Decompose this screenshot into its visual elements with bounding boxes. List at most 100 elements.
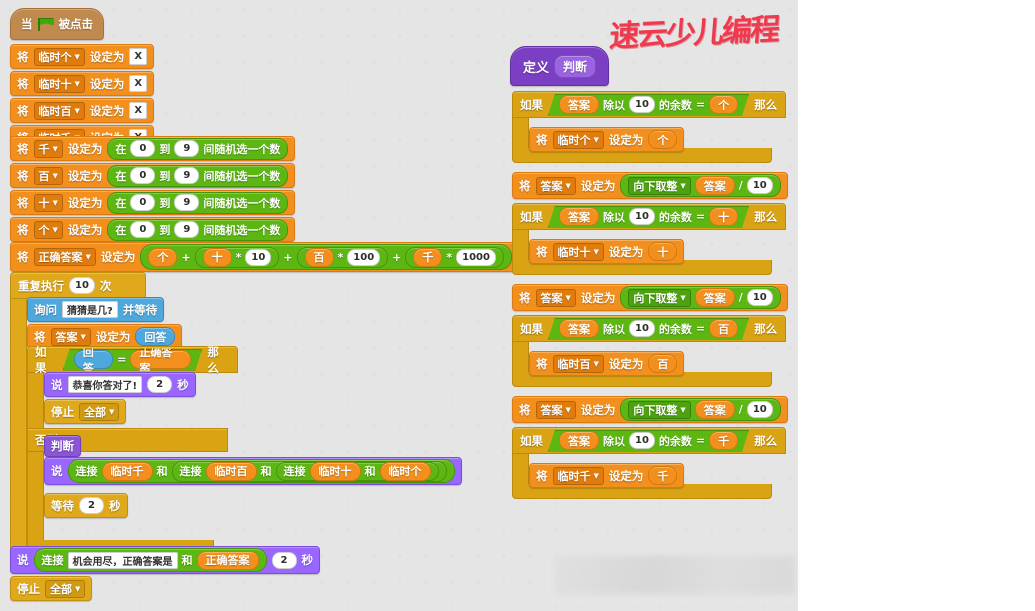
answer-variable-reporter[interactable]: 答案 xyxy=(559,319,599,338)
variable-dropdown[interactable]: 临时十 ▼ xyxy=(33,74,85,93)
wait-seconds-input[interactable]: 2 xyxy=(79,497,104,514)
correct-answer-reporter[interactable]: 正确答案 xyxy=(130,350,191,369)
equals-condition[interactable]: 回答 = 正确答案 xyxy=(63,349,203,371)
math-function-dropdown[interactable]: 向下取整 ▼ xyxy=(628,288,691,307)
mod-divisor-input[interactable]: 10 xyxy=(629,96,655,113)
mod-divisor-input[interactable]: 10 xyxy=(629,432,655,449)
digit-variable-reporter[interactable]: 十 xyxy=(709,207,738,226)
temp-ones-reporter[interactable]: 临时个 xyxy=(379,461,431,481)
multiply-tens[interactable]: 十 * 10 xyxy=(194,246,280,268)
stop-all-block-final[interactable]: 停止 全部 ▼ xyxy=(10,576,93,601)
set-answer-floor-block-3[interactable]: 将 答案 ▼ 设定为 向下取整 ▼ 答案 / 10 xyxy=(512,396,788,423)
divisor-input[interactable]: 10 xyxy=(746,401,773,418)
value-input[interactable]: X xyxy=(129,75,148,92)
random-min-input[interactable]: 0 xyxy=(130,167,156,184)
mod-equals-condition[interactable]: 答案 除以 10 的余数 = 百 xyxy=(548,318,749,340)
digit-variable-reporter[interactable]: 个 xyxy=(648,130,678,149)
hat-when-flag-clicked[interactable]: 当 被点击 xyxy=(10,8,104,40)
multiply-thousands[interactable]: 千 * 1000 xyxy=(405,246,504,268)
variable-dropdown[interactable]: 临时十 ▼ xyxy=(552,242,604,261)
pick-random-reporter[interactable]: 在 0 到 9 间随机选一个数 xyxy=(107,218,289,241)
random-max-input[interactable]: 9 xyxy=(174,194,200,211)
mod-divisor-input[interactable]: 10 xyxy=(629,208,655,225)
set-random-thousands[interactable]: 将 千 ▼ 设定为 在 0 到 9 间随机选一个数 xyxy=(10,136,296,161)
random-min-input[interactable]: 0 xyxy=(130,221,156,238)
say-text-input[interactable]: 恭喜你答对了! xyxy=(67,376,143,393)
set-temp-tens-block[interactable]: 将 临时十 ▼ 设定为 十 xyxy=(529,239,685,264)
variable-dropdown[interactable]: 临时个 ▼ xyxy=(552,130,604,149)
answer-variable-reporter[interactable]: 答案 xyxy=(694,400,735,419)
answer-variable-reporter[interactable]: 答案 xyxy=(694,176,735,195)
join-inner[interactable]: 连接 临时十 和 临时个 xyxy=(275,461,439,481)
wait-block[interactable]: 等待 2 秒 xyxy=(44,493,128,518)
digit-variable-reporter[interactable]: 千 xyxy=(709,431,738,450)
variable-dropdown[interactable]: 十 ▼ xyxy=(33,193,63,212)
variable-reporter-ones[interactable]: 个 xyxy=(148,247,178,267)
repeat-count-input[interactable]: 10 xyxy=(69,277,95,294)
say-correct-block[interactable]: 说 恭喜你答对了! 2 秒 xyxy=(44,372,196,397)
if-header[interactable]: 如果 答案 除以 10 的余数 = 个 那么 xyxy=(512,91,786,118)
math-function-dropdown[interactable]: 向下取整 ▼ xyxy=(628,176,691,195)
set-random-ones[interactable]: 将 个 ▼ 设定为 在 0 到 9 间随机选一个数 xyxy=(10,217,296,242)
mod-divisor-input[interactable]: 10 xyxy=(629,320,655,337)
if-header[interactable]: 如果 答案 除以 10 的余数 = 十 那么 xyxy=(512,203,786,230)
mod-equals-condition[interactable]: 答案 除以 10 的余数 = 个 xyxy=(548,94,749,116)
answer-reporter[interactable]: 回答 xyxy=(135,327,176,346)
variable-dropdown[interactable]: 临时百 ▼ xyxy=(33,101,85,120)
say-final-block[interactable]: 说 连接 机会用尽，正确答案是 和 正确答案 2 秒 xyxy=(10,546,320,574)
say-seconds-input[interactable]: 2 xyxy=(147,376,173,393)
digit-variable-reporter[interactable]: 千 xyxy=(648,466,678,485)
if-header[interactable]: 如果 回答 = 正确答案 那么 xyxy=(27,345,238,375)
value-input[interactable]: X xyxy=(129,102,148,119)
set-temp-ones-block[interactable]: 将 临时个 ▼ 设定为 个 xyxy=(529,127,685,152)
variable-dropdown[interactable]: 临时百 ▼ xyxy=(552,354,604,373)
repeat-header[interactable]: 重复执行 10 次 xyxy=(10,272,146,299)
divisor-input[interactable]: 10 xyxy=(746,289,773,306)
stop-option-dropdown[interactable]: 全部 ▼ xyxy=(79,402,120,421)
set-answer-floor-block-2[interactable]: 将 答案 ▼ 设定为 向下取整 ▼ 答案 / 10 xyxy=(512,284,788,311)
join-final[interactable]: 连接 机会用尽，正确答案是 和 正确答案 xyxy=(33,548,267,572)
multiply-hundreds[interactable]: 百 * 100 xyxy=(296,246,389,268)
multiplier-input[interactable]: 100 xyxy=(347,248,381,266)
digit-variable-reporter[interactable]: 百 xyxy=(709,319,738,338)
stop-all-block-inner[interactable]: 停止 全部 ▼ xyxy=(44,399,127,424)
set-answer-floor-block-1[interactable]: 将 答案 ▼ 设定为 向下取整 ▼ 答案 / 10 xyxy=(512,172,788,199)
set-block-temp-hundreds[interactable]: 将 临时百 ▼ 设定为 X xyxy=(10,98,155,123)
question-input[interactable]: 猜猜是几? xyxy=(62,301,118,318)
mod-equals-condition[interactable]: 答案 除以 10 的余数 = 千 xyxy=(548,430,749,452)
set-random-hundreds[interactable]: 将 百 ▼ 设定为 在 0 到 9 间随机选一个数 xyxy=(10,163,296,188)
digit-variable-reporter[interactable]: 百 xyxy=(648,354,678,373)
set-correct-answer-block[interactable]: 将 正确答案 ▼ 设定为 个 + 十 * 10 + 百 * 100 + 千 * … xyxy=(10,242,519,272)
variable-dropdown[interactable]: 正确答案 ▼ xyxy=(33,248,96,266)
temp-hundreds-reporter[interactable]: 临时百 xyxy=(205,461,257,481)
variable-reporter-tens[interactable]: 十 xyxy=(202,247,232,267)
if-header[interactable]: 如果 答案 除以 10 的余数 = 千 那么 xyxy=(512,427,786,454)
set-random-tens[interactable]: 将 十 ▼ 设定为 在 0 到 9 间随机选一个数 xyxy=(10,190,296,215)
if-header[interactable]: 如果 答案 除以 10 的余数 = 百 那么 xyxy=(512,315,786,342)
sum-expression[interactable]: 个 + 十 * 10 + 百 * 100 + 千 * 1000 xyxy=(140,244,512,270)
digit-variable-reporter[interactable]: 十 xyxy=(648,242,678,261)
answer-variable-reporter[interactable]: 答案 xyxy=(559,207,599,226)
variable-dropdown[interactable]: 临时千▼ xyxy=(552,466,604,485)
pick-random-reporter[interactable]: 在 0 到 9 间随机选一个数 xyxy=(107,137,289,160)
stop-option-dropdown[interactable]: 全部 ▼ xyxy=(45,579,86,598)
variable-reporter-thousands[interactable]: 千 xyxy=(413,247,443,267)
variable-dropdown[interactable]: 千 ▼ xyxy=(33,139,63,158)
random-min-input[interactable]: 0 xyxy=(130,140,156,157)
answer-reporter[interactable]: 回答 xyxy=(74,350,113,369)
digit-variable-reporter[interactable]: 个 xyxy=(709,95,738,114)
set-block-temp-tens[interactable]: 将 临时十 ▼ 设定为 X xyxy=(10,71,155,96)
variable-reporter-hundreds[interactable]: 百 xyxy=(304,247,334,267)
answer-variable-reporter[interactable]: 答案 xyxy=(559,431,599,450)
floor-expression[interactable]: 向下取整 ▼ 答案 / 10 xyxy=(620,174,781,197)
final-message-input[interactable]: 机会用尽，正确答案是 xyxy=(67,551,178,569)
variable-dropdown[interactable]: 答案 ▼ xyxy=(535,176,576,195)
set-block-temp-ones[interactable]: 将 临时个 ▼ 设定为 X xyxy=(10,44,155,69)
random-min-input[interactable]: 0 xyxy=(130,194,156,211)
random-max-input[interactable]: 9 xyxy=(174,167,200,184)
ask-and-wait-block[interactable]: 询问 猜猜是几? 并等待 xyxy=(27,297,165,322)
variable-dropdown[interactable]: 个 ▼ xyxy=(33,220,63,239)
temp-tens-reporter[interactable]: 临时十 xyxy=(309,461,361,481)
pick-random-reporter[interactable]: 在 0 到 9 间随机选一个数 xyxy=(107,191,289,214)
join-middle[interactable]: 连接 临时百 和 连接 临时十 和 临时个 xyxy=(171,460,447,482)
